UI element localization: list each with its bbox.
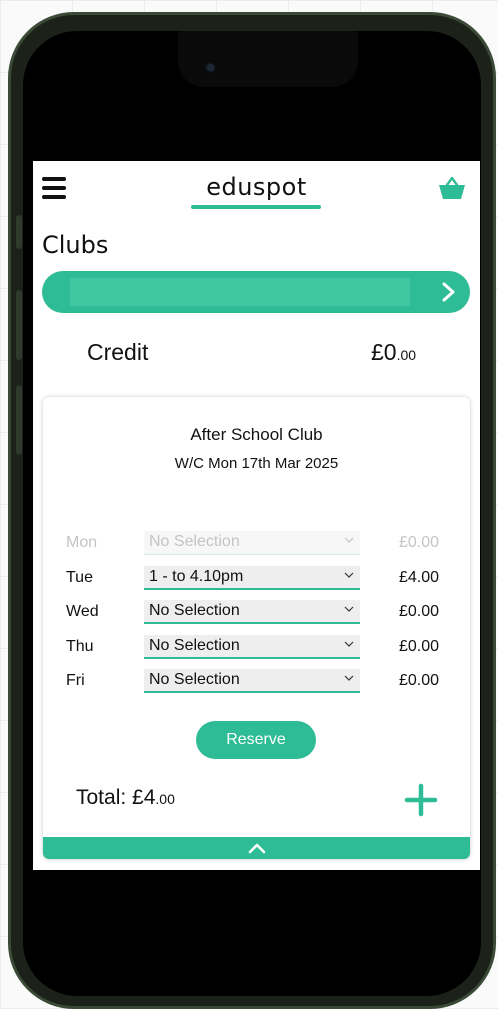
- select-value: No Selection: [149, 671, 240, 688]
- day-price: £0.00: [399, 534, 440, 551]
- day-label: Fri: [66, 672, 85, 689]
- select-value: No Selection: [149, 602, 240, 619]
- total-amount: Total: £4.00: [76, 786, 175, 810]
- plus-icon[interactable]: [404, 783, 438, 817]
- credit-value-pence: .00: [396, 347, 417, 363]
- volume-up-button: [16, 290, 22, 360]
- app-logo: eduspot: [206, 173, 307, 201]
- day-row-wed: Wed No Selection £0.00: [43, 600, 470, 626]
- day-row-tue: Tue 1 - to 4.10pm £4.00: [43, 566, 470, 592]
- day-label: Wed: [66, 603, 99, 620]
- day-row-thu: Thu No Selection £0.00: [43, 635, 470, 661]
- chevron-down-icon: [344, 641, 354, 647]
- day-price: £0.00: [399, 672, 440, 689]
- session-select-wed[interactable]: No Selection: [144, 600, 360, 624]
- chevron-down-icon: [344, 675, 354, 681]
- credit-value-main: £0: [371, 339, 397, 365]
- chevron-down-icon: [344, 606, 354, 612]
- page-title: Clubs: [42, 231, 109, 259]
- booking-card: After School Club W/C Mon 17th Mar 2025 …: [43, 397, 470, 859]
- reserve-button[interactable]: Reserve: [196, 721, 316, 759]
- notch: [178, 31, 358, 87]
- day-label: Mon: [66, 534, 98, 551]
- credit-value: £0.00: [371, 339, 416, 366]
- chevron-down-icon: [344, 572, 354, 578]
- app-screen: eduspot Clubs Credit £0.00 After School …: [33, 161, 480, 870]
- day-price: £4.00: [399, 569, 440, 586]
- session-select-mon: No Selection: [144, 531, 360, 555]
- total-label: Total:: [76, 786, 133, 809]
- session-select-fri[interactable]: No Selection: [144, 669, 360, 693]
- week-commencing: W/C Mon 17th Mar 2025: [174, 455, 339, 472]
- day-label: Tue: [66, 569, 93, 586]
- day-label: Thu: [66, 638, 94, 655]
- total-pence: .00: [155, 791, 175, 807]
- select-value: No Selection: [149, 533, 240, 550]
- club-title: After School Club: [190, 425, 323, 444]
- chevron-down-icon: [344, 537, 354, 543]
- card-collapse-bar[interactable]: [43, 837, 470, 859]
- volume-down-button: [16, 385, 22, 455]
- top-bar: eduspot: [33, 161, 480, 219]
- select-value: 1 - to 4.10pm: [149, 568, 244, 585]
- total-main: £4: [132, 786, 156, 809]
- session-select-thu[interactable]: No Selection: [144, 635, 360, 659]
- basket-icon[interactable]: [438, 175, 466, 201]
- club-selector-field[interactable]: [70, 278, 410, 306]
- mute-switch: [16, 215, 22, 249]
- day-row-mon: Mon No Selection £0.00: [43, 531, 470, 557]
- select-value: No Selection: [149, 637, 240, 654]
- credit-label: Credit: [87, 339, 149, 365]
- logo-underline: [191, 205, 321, 209]
- session-select-tue[interactable]: 1 - to 4.10pm: [144, 566, 360, 590]
- day-price: £0.00: [399, 603, 440, 620]
- front-camera: [207, 64, 214, 71]
- chevron-up-icon[interactable]: [246, 842, 268, 854]
- day-row-fri: Fri No Selection £0.00: [43, 669, 470, 695]
- club-selector-bar[interactable]: [42, 271, 470, 313]
- day-price: £0.00: [399, 638, 440, 655]
- chevron-right-icon[interactable]: [438, 281, 458, 303]
